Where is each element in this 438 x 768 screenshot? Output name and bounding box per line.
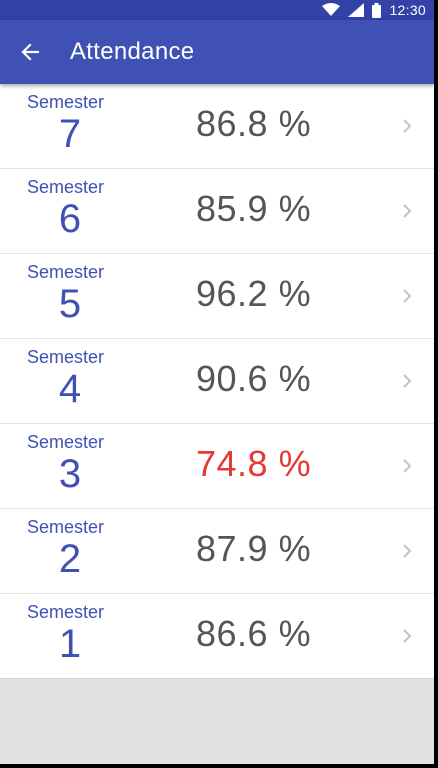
semester-number: 5 — [58, 282, 82, 326]
screen: 12:30 Attendance Semester 7 86.8 % Semes… — [0, 0, 438, 768]
status-clock: 12:30 — [389, 2, 426, 18]
battery-icon — [372, 2, 382, 18]
chevron-right-icon — [403, 459, 412, 473]
semester-row-6[interactable]: Semester 6 85.9 % — [0, 169, 434, 254]
app-bar: Attendance — [0, 20, 434, 84]
semester-label: Semester — [27, 432, 105, 452]
chevron-right-icon — [403, 119, 412, 133]
chevron-right-icon — [403, 204, 412, 218]
attendance-percent: 87.9 % — [196, 528, 312, 569]
page-title: Attendance — [70, 38, 195, 65]
semester-label: Semester — [27, 92, 105, 112]
semester-row-7[interactable]: Semester 7 86.8 % — [0, 84, 434, 169]
status-icons: 12:30 — [322, 0, 426, 20]
semester-label: Semester — [27, 602, 105, 622]
semester-row-4[interactable]: Semester 4 90.6 % — [0, 339, 434, 424]
semester-list: Semester 7 86.8 % Semester 6 85.9 % Seme… — [0, 84, 434, 679]
attendance-percent: 96.2 % — [196, 273, 312, 314]
wifi-icon — [322, 3, 341, 16]
chevron-right-icon — [403, 374, 412, 388]
chevron-right-icon — [403, 629, 412, 643]
semester-row-2[interactable]: Semester 2 87.9 % — [0, 509, 434, 594]
attendance-percent: 86.8 % — [196, 103, 312, 144]
semester-label: Semester — [27, 517, 105, 537]
status-bar: 12:30 — [0, 0, 434, 20]
attendance-percent: 85.9 % — [196, 188, 312, 229]
semester-number: 4 — [58, 367, 82, 411]
attendance-percent: 90.6 % — [196, 358, 312, 399]
back-button[interactable] — [14, 36, 46, 68]
chevron-right-icon — [403, 544, 412, 558]
semester-number: 3 — [58, 452, 82, 496]
semester-row-1[interactable]: Semester 1 86.6 % — [0, 594, 434, 678]
signal-icon — [348, 3, 365, 17]
semester-number: 6 — [58, 197, 82, 241]
arrow-back-icon — [21, 43, 40, 61]
semester-row-5[interactable]: Semester 5 96.2 % — [0, 254, 434, 339]
semester-number: 7 — [58, 112, 82, 156]
semester-label: Semester — [27, 347, 105, 367]
chevron-right-icon — [403, 289, 412, 303]
semester-label: Semester — [27, 177, 105, 197]
semester-label: Semester — [27, 262, 105, 282]
attendance-percent: 86.6 % — [196, 613, 312, 654]
semester-number: 1 — [58, 622, 82, 666]
semester-number: 2 — [58, 537, 82, 581]
attendance-percent-low: 74.8 % — [196, 443, 312, 484]
semester-row-3[interactable]: Semester 3 74.8 % — [0, 424, 434, 509]
